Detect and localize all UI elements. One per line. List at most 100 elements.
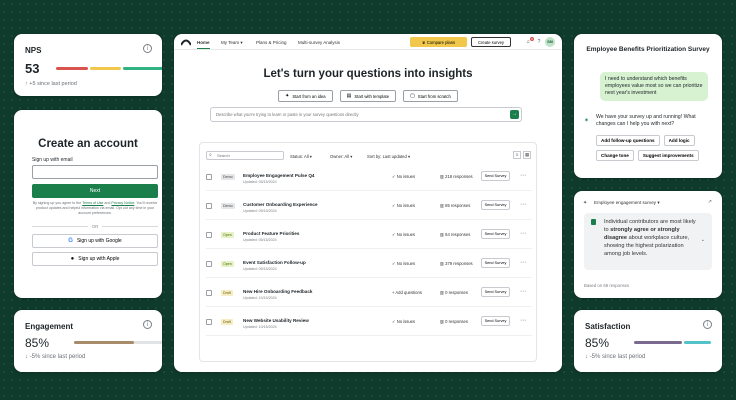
bar-chart-icon: ▥ xyxy=(440,319,444,324)
satisfaction-value: 85% xyxy=(585,336,610,350)
nav-plans-pricing[interactable]: Plans & Pricing xyxy=(256,40,287,45)
suggestion-chip[interactable]: Add logic xyxy=(663,135,695,146)
nav-multi-survey-analysis[interactable]: Multi-survey Analysis xyxy=(298,40,340,45)
table-row[interactable]: Demo Employee Engagement Pulse Q4 Updated:… xyxy=(206,167,532,191)
send-survey-button[interactable]: Send Survey xyxy=(481,229,510,239)
survey-name[interactable]: Product Feature Priorities xyxy=(243,231,299,236)
survey-updated-date: Updated: 05/15/2024 xyxy=(243,267,277,271)
bar-chart-icon: ▥ xyxy=(440,232,444,237)
table-row[interactable]: Open Event Satisfaction Follow-up Updated:… xyxy=(206,254,532,278)
logo-icon[interactable] xyxy=(181,38,191,46)
nps-delta: ↑ +5 since last period xyxy=(25,81,77,87)
satisfaction-segment xyxy=(634,341,682,344)
survey-dashboard: Home My Team ▾ Plans & Pricing Multi-sur… xyxy=(174,34,562,372)
nav-my-team[interactable]: My Team ▾ xyxy=(221,40,243,46)
survey-name[interactable]: New Website Usability Review xyxy=(243,318,309,323)
start-option-button[interactable]: ▤ Start with template xyxy=(339,90,397,102)
table-row[interactable]: Demo Customer Onboarding Experience Update… xyxy=(206,196,532,220)
issue-status: ✓ No issues xyxy=(392,232,415,237)
search-input[interactable] xyxy=(206,151,284,160)
nav-home[interactable]: Home xyxy=(197,40,210,49)
send-survey-button[interactable]: Send Survey xyxy=(481,287,510,297)
response-count: ▥ 64 responses xyxy=(440,232,470,237)
more-options-icon[interactable]: ⋯ xyxy=(520,230,526,237)
nps-card: NPS i 53 ↑ +5 since last period xyxy=(14,34,162,96)
survey-name[interactable]: Customer Onboarding Experience xyxy=(243,202,318,207)
issue-status: ✓ No issues xyxy=(392,174,415,179)
submit-arrow-button[interactable]: → xyxy=(510,110,519,119)
terms-link[interactable]: Terms of Use xyxy=(82,201,103,205)
send-survey-button[interactable]: Send Survey xyxy=(481,316,510,326)
info-icon[interactable]: i xyxy=(143,44,152,53)
issue-label: No issues xyxy=(396,261,416,266)
grid-view-icon[interactable]: ▦ xyxy=(523,151,531,159)
bar-chart-icon: ▥ xyxy=(440,290,444,295)
row-checkbox[interactable] xyxy=(206,290,212,296)
suggestion-chip[interactable]: Suggest improvements xyxy=(637,150,699,161)
engagement-value: 85% xyxy=(25,336,50,350)
survey-prompt-input[interactable] xyxy=(210,107,522,122)
survey-selector[interactable]: Employee engagement survey ▾ xyxy=(594,200,660,206)
issue-label: No issues xyxy=(396,203,416,208)
start-option-icon: ✦ xyxy=(285,93,290,99)
chevron-down-icon[interactable]: ⌄ xyxy=(701,237,705,243)
more-options-icon[interactable]: ⋯ xyxy=(520,288,526,295)
more-options-icon[interactable]: ⋯ xyxy=(520,317,526,324)
start-option-button[interactable]: ▢ Start from scratch xyxy=(403,90,458,102)
row-checkbox[interactable] xyxy=(206,174,212,180)
list-view-icon[interactable]: ≡ xyxy=(513,151,521,159)
table-row[interactable]: Draft New Website Usability Review Updated… xyxy=(206,312,532,336)
or-label: OR xyxy=(91,223,99,229)
survey-name[interactable]: New Hire Onboarding Feedback xyxy=(243,289,312,294)
status-badge: Open xyxy=(221,232,234,238)
google-signup-button[interactable]: G Sign up with Google xyxy=(32,234,158,248)
or-divider: OR xyxy=(32,222,158,230)
email-label: Sign up with email xyxy=(32,157,73,163)
external-link-icon[interactable]: ↗ xyxy=(708,199,712,205)
survey-name[interactable]: Event Satisfaction Follow-up xyxy=(243,260,306,265)
issue-icon: ✓ xyxy=(392,232,396,237)
email-field[interactable] xyxy=(32,165,158,179)
satisfaction-distribution-bar xyxy=(634,341,711,344)
create-survey-button[interactable]: Create survey xyxy=(471,37,511,47)
send-survey-button[interactable]: Send Survey xyxy=(481,200,510,210)
legal-text: By signing up you agree to the Terms of … xyxy=(32,201,158,216)
next-button[interactable]: Next xyxy=(32,184,158,198)
row-checkbox[interactable] xyxy=(206,232,212,238)
status-badge: Draft xyxy=(221,290,233,296)
start-option-label: Start with template xyxy=(354,93,390,99)
more-options-icon[interactable]: ⋯ xyxy=(520,259,526,266)
ai-chat-card: Employee Benefits Prioritization Survey … xyxy=(574,34,722,178)
info-icon[interactable]: i xyxy=(703,320,712,329)
privacy-link[interactable]: Privacy Notice xyxy=(111,201,134,205)
survey-name[interactable]: Employee Engagement Pulse Q4 xyxy=(243,173,314,178)
chat-title: Employee Benefits Prioritization Survey xyxy=(586,46,710,53)
sort-dropdown[interactable]: Sort by: Last updated ▾ xyxy=(367,152,410,160)
send-survey-button[interactable]: Send Survey xyxy=(481,258,510,268)
survey-updated-date: Updated: 05/15/2024 xyxy=(243,209,277,213)
suggestion-chip[interactable]: Change tone xyxy=(596,150,634,161)
avatar[interactable]: SM xyxy=(545,37,555,47)
engagement-card: Engagement i 85% ↓ -5% since last period xyxy=(14,310,162,372)
suggestion-chip[interactable]: Add follow-up questions xyxy=(596,135,660,146)
owner-filter[interactable]: Owner: All ▾ xyxy=(330,152,352,160)
compare-plans-button[interactable]: ♛ Compare plans xyxy=(410,37,467,47)
more-options-icon[interactable]: ⋯ xyxy=(520,172,526,179)
send-survey-button[interactable]: Send Survey xyxy=(481,171,510,181)
row-checkbox[interactable] xyxy=(206,261,212,267)
info-icon[interactable]: i xyxy=(143,320,152,329)
status-filter[interactable]: Status: All ▾ xyxy=(290,152,312,160)
engagement-title: Engagement xyxy=(25,322,74,331)
nps-segment xyxy=(123,67,162,70)
survey-updated-date: Updated: 05/15/2024 xyxy=(243,238,277,242)
row-checkbox[interactable] xyxy=(206,319,212,325)
row-checkbox[interactable] xyxy=(206,203,212,209)
start-option-button[interactable]: ✦ Start from an idea xyxy=(278,90,333,102)
table-row[interactable]: Open Product Feature Priorities Updated: 0… xyxy=(206,225,532,249)
more-options-icon[interactable]: ⋯ xyxy=(520,201,526,208)
table-row[interactable]: Draft New Hire Onboarding Feedback Updated… xyxy=(206,283,532,307)
satisfaction-title: Satisfaction xyxy=(585,322,631,331)
apple-signup-button[interactable]: ● Sign up with Apple xyxy=(32,252,158,266)
help-icon[interactable]: ? xyxy=(536,39,542,45)
legal-pre: By signing up you agree to the xyxy=(32,201,83,205)
